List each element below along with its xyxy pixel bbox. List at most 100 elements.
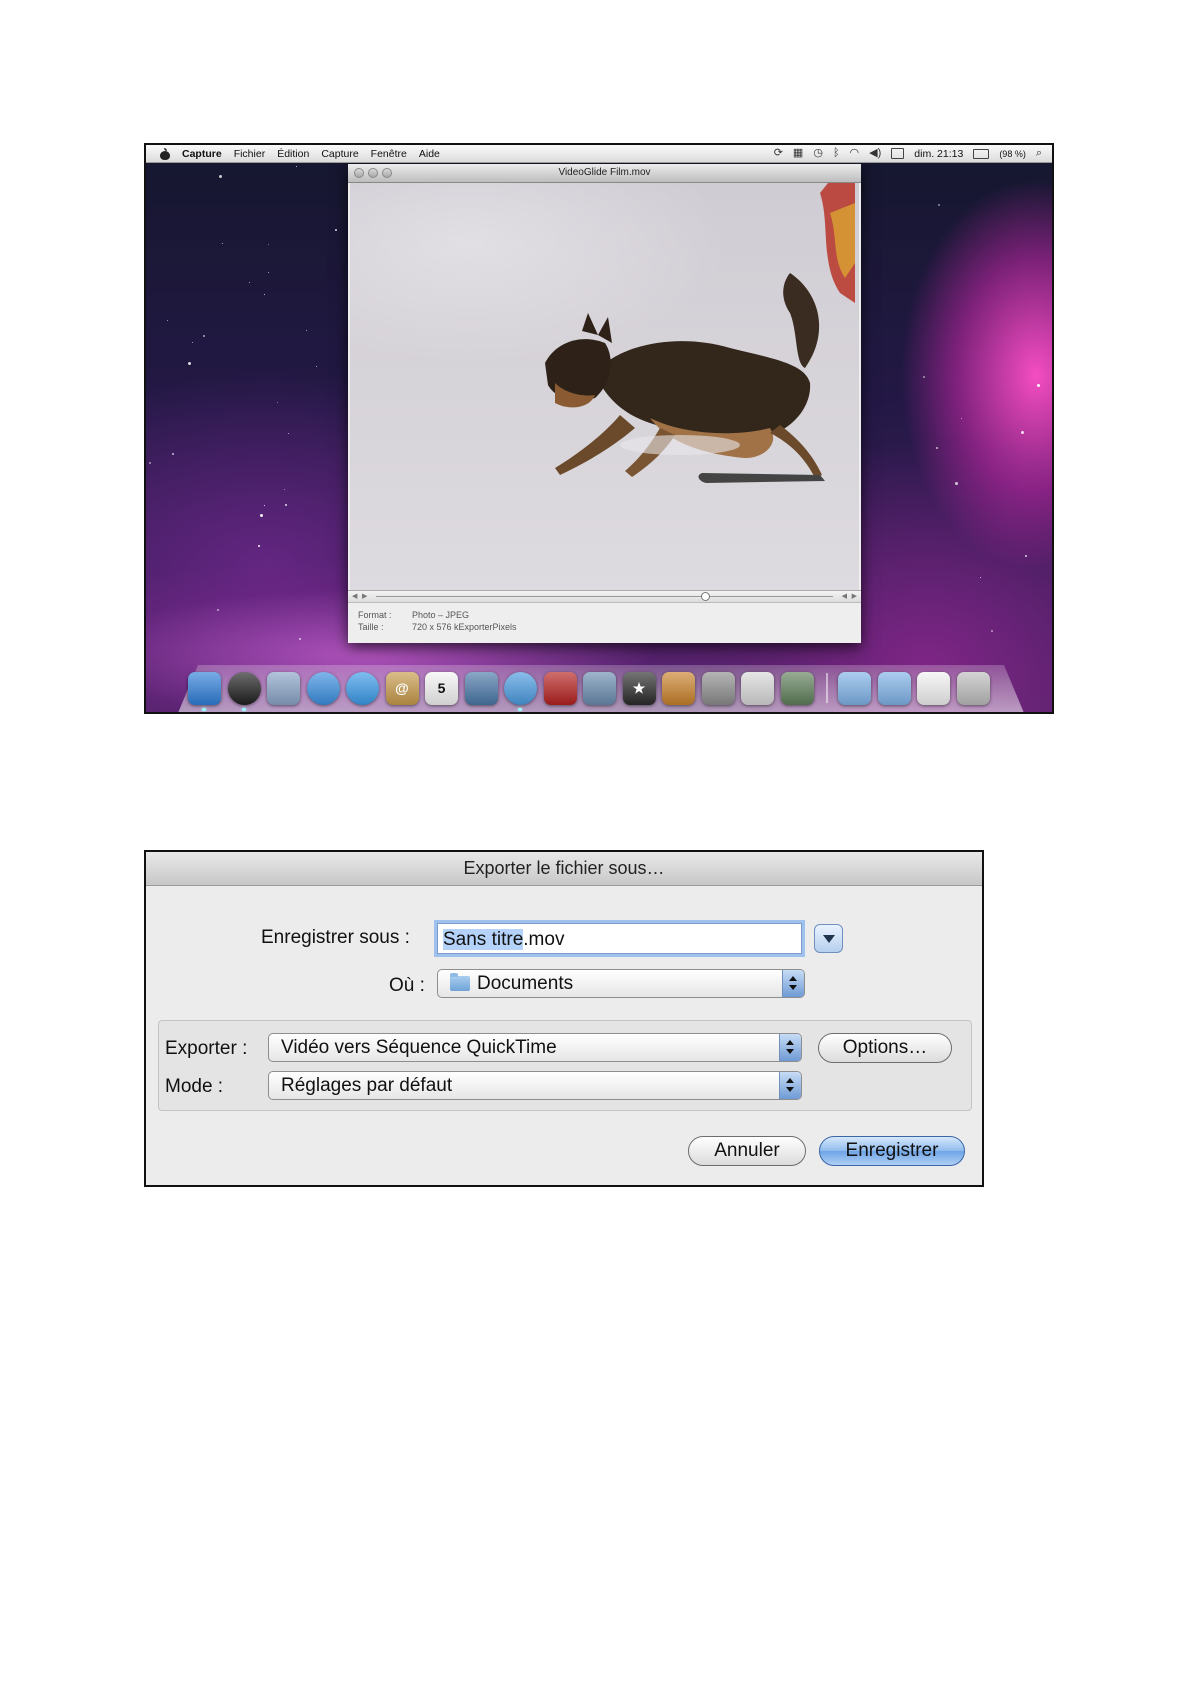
dashboard-icon[interactable] [227,671,261,711]
menu-aide[interactable]: Aide [419,148,440,160]
disclosure-triangle-icon [822,934,835,943]
notes-icon[interactable] [780,671,814,705]
star [285,504,287,506]
address-book-icon-glyph: @ [395,680,409,696]
address-book-icon[interactable]: @ [385,671,419,705]
options-button[interactable]: Options… [818,1033,952,1063]
expand-browser-button[interactable] [814,924,843,953]
video-window-titlebar[interactable]: VideoGlide Film.mov [348,164,861,183]
volume-icon[interactable]: ◀) [869,148,881,159]
menu-bar: Capture Fichier Édition Capture Fenêtre … [146,145,1052,163]
battery-icon[interactable] [973,148,990,159]
star [219,175,222,178]
running-indicator [202,707,206,711]
star [203,335,205,337]
mode-popup[interactable]: Réglages par défaut [268,1071,802,1100]
where-popup[interactable]: Documents [437,969,805,998]
mail-icon[interactable] [267,671,300,705]
time-machine-icon[interactable]: ◷ [813,148,823,159]
front-row-icon[interactable] [543,671,577,705]
filename-input[interactable]: Sans titre.mov [437,923,802,954]
desktop-screenshot: Capture Fichier Édition Capture Fenêtre … [144,143,1054,714]
export-label: Exporter : [165,1038,248,1059]
documents-folder-icon[interactable] [877,671,911,705]
sync-icon[interactable]: ⟳ [774,148,783,159]
step-back-icon[interactable]: ◀ [352,592,357,600]
input-menu-icon[interactable] [891,148,905,159]
spotlight-search-icon[interactable]: ⌕ [1036,148,1042,159]
dock-separator [826,673,828,703]
star [167,320,168,321]
video-timeline-track[interactable] [376,596,833,597]
star [277,402,278,403]
popup-arrows-icon [782,970,804,997]
imovie-icon[interactable]: ★ [622,671,656,705]
star [936,447,938,449]
menu-edition[interactable]: Édition [277,148,309,160]
dialog-title: Exporter le fichier sous… [146,852,982,886]
save-button[interactable]: Enregistrer [819,1136,965,1166]
finder-icon[interactable] [188,671,221,711]
spaces-icon[interactable]: ▦ [793,148,803,159]
save-as-label: Enregistrer sous : [261,927,410,948]
itunes-icon[interactable] [504,671,537,711]
safari-icon[interactable] [306,671,340,705]
garageband-icon[interactable] [662,671,695,705]
step-forward-icon[interactable]: ▶ [852,592,857,600]
menu-fichier[interactable]: Fichier [234,148,266,160]
system-preferences-icon[interactable] [701,671,735,705]
star [306,330,307,331]
cancel-button[interactable]: Annuler [688,1136,806,1166]
star [172,453,174,455]
video-scrubber-bar[interactable]: ◀ ▶ ◀ ▶ [348,590,861,603]
mode-value: Réglages par défaut [281,1075,453,1096]
star [991,630,993,632]
star [249,282,250,283]
export-options-box: Exporter : Vidéo vers Séquence QuickTime… [158,1020,972,1111]
trash-icon[interactable] [956,671,990,705]
menu-capture[interactable]: Capture [321,148,358,160]
where-label: Où : [389,975,425,996]
ical-icon[interactable]: 5 [425,671,458,705]
star [222,243,223,244]
video-playhead-knob[interactable] [701,592,711,601]
popup-arrows-icon [779,1034,801,1061]
utility-icon[interactable] [741,671,774,705]
bluetooth-icon[interactable]: ᛒ [833,148,840,159]
apple-menu-icon[interactable] [158,147,172,160]
preview-icon[interactable] [464,671,498,705]
running-indicator [518,707,522,711]
menu-extras: ⟳ ▦ ◷ ᛒ ◠ ◀) dim. 21:13 (98 %) ⌕ [774,148,1042,160]
zoom-window-icon[interactable] [382,168,392,178]
star [938,204,940,206]
star [192,342,193,343]
star [188,362,191,365]
play-icon[interactable]: ▶ [362,592,367,600]
export-format-popup[interactable]: Vidéo vers Séquence QuickTime [268,1033,802,1062]
documents-folder-icon [450,973,470,991]
star [335,229,337,231]
iphoto-icon[interactable] [583,671,616,705]
star [1025,555,1027,557]
step-back-end-icon[interactable]: ◀ [842,592,847,600]
video-frame [350,183,859,590]
minimize-window-icon[interactable] [368,168,378,178]
video-window: VideoGlide Film.mov ◀ ▶ ◀ ▶ Format: Pho… [348,164,861,643]
star [961,418,962,419]
menu-clock[interactable]: dim. 21:13 [914,148,963,160]
menu-app-name[interactable]: Capture [182,148,222,160]
star [980,577,981,578]
export-dialog: Exporter le fichier sous… Enregistrer so… [144,850,984,1187]
ichat-icon[interactable] [346,671,379,705]
star [299,638,301,640]
menu-fenetre[interactable]: Fenêtre [371,148,407,160]
close-window-icon[interactable] [354,168,364,178]
pdf-document-icon[interactable] [917,671,950,705]
wifi-icon[interactable]: ◠ [850,148,860,159]
applications-folder-icon[interactable] [838,671,871,705]
star [268,244,269,245]
star [1037,384,1040,387]
dock: @5 ★ [182,666,1028,711]
popup-arrows-icon [779,1072,801,1099]
ical-icon-glyph: 5 [437,680,446,696]
